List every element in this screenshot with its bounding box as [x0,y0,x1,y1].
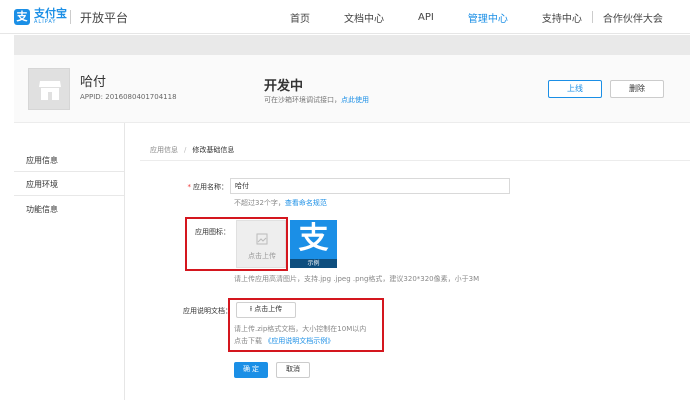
confirm-button[interactable]: 确 定 [234,362,268,378]
sidebar: 应用信息 应用环境 功能信息 [14,123,125,400]
naming-rules-link[interactable]: 查看命名规范 [285,199,327,207]
alipay-sample-icon: 支 [298,221,329,256]
sandbox-link[interactable]: 点此使用 [341,96,369,104]
status-description: 可在沙箱环境调试接口，点此使用 [264,96,369,104]
nav-link-api[interactable]: API [418,12,434,23]
breadcrumb: 应用信息 / 修改基础信息 [150,146,235,154]
nav-divider [591,11,593,23]
app-id: APPID: 2016080401704118 [80,93,177,101]
store-icon [39,81,61,100]
logo-divider [70,10,71,24]
app-doc-label: 应用说明文档： [183,307,232,315]
status-title: 开发中 [264,79,304,94]
sidebar-item-app-env[interactable]: 应用环境 [26,179,58,190]
sidebar-divider [14,171,124,172]
app-icon [28,68,70,110]
doc-upload-button[interactable]: ⭱ 点击上传 [236,302,296,318]
nav-link-home[interactable]: 首页 [290,10,310,25]
cancel-button[interactable]: 取消 [276,362,310,378]
online-button[interactable]: 上线 [548,80,602,98]
alipay-logo-icon: 支 [14,8,30,25]
logo-text-cn: 支付宝 [34,7,67,20]
doc-download-hint: 点击下载 《应用说明文档示例》 [234,337,335,345]
doc-hint: 请上传.zip格式文档，大小控制在10M以内 [234,325,367,333]
top-navigation: 支 支付宝 ALIPAY 开放平台 首页 文档中心 API 管理中心 支持中心 … [0,0,690,34]
icon-hint: 请上传应用高清图片，支持.jpg .jpeg .png格式，建议320*320像… [234,275,480,283]
upload-icon: ⭱ [249,306,253,313]
breadcrumb-current: 修改基础信息 [192,146,235,154]
app-name-input[interactable] [230,178,510,194]
header-band [14,35,690,55]
sidebar-divider [14,195,124,196]
nav-links: 首页 文档中心 API 管理中心 支持中心 合作伙伴大会 [290,0,663,34]
delete-button[interactable]: 删除 [610,80,664,98]
sidebar-item-features[interactable]: 功能信息 [26,204,58,215]
sample-tag: 示例 [290,259,337,268]
sidebar-item-app-info[interactable]: 应用信息 [26,155,58,166]
breadcrumb-parent[interactable]: 应用信息 [150,146,178,154]
image-upload-icon [256,233,268,245]
icon-sample: 支 示例 [290,220,337,268]
nav-link-docs[interactable]: 文档中心 [344,10,384,25]
platform-title: 开放平台 [80,11,129,25]
app-icon-label: 应用图标： [195,228,230,236]
breadcrumb-divider [140,160,690,161]
app-name-label: * 应用名称： [187,183,229,191]
alipay-logo[interactable]: 支 支付宝 ALIPAY [14,8,67,25]
nav-link-management[interactable]: 管理中心 [468,10,508,25]
icon-upload-label: 点击上传 [248,252,276,260]
app-header: 哈付 APPID: 2016080401704118 开发中 可在沙箱环境调试接… [14,55,690,123]
doc-sample-link[interactable]: 《应用说明文档示例》 [264,337,334,345]
nav-link-support[interactable]: 支持中心 [542,10,582,25]
logo-text-en: ALIPAY [34,19,57,25]
app-name-hint: 不超过32个字，查看命名规范 [234,199,327,207]
icon-upload-area[interactable]: 点击上传 [236,220,286,268]
nav-link-partners[interactable]: 合作伙伴大会 [603,10,663,25]
app-name: 哈付 [80,75,107,90]
